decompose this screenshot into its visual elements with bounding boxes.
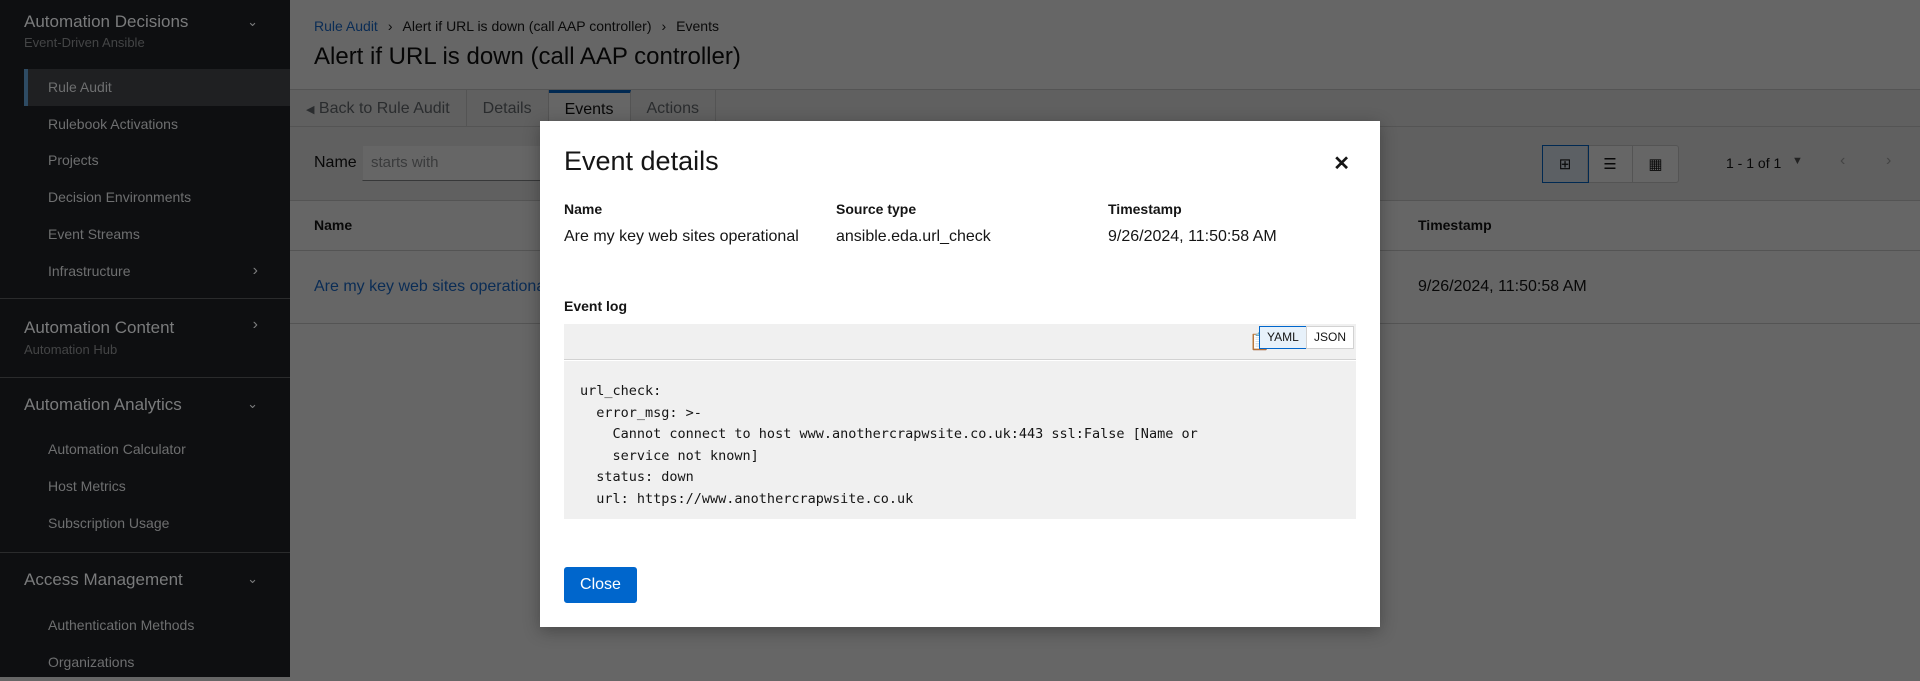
nav-group-subtitle: Automation Hub (24, 342, 118, 357)
nav-group-automation-decisions[interactable]: Automation Decisions (24, 12, 188, 32)
chevron-down-icon[interactable]: ⌄ (247, 571, 258, 587)
card-view-icon[interactable]: ▦ (1633, 146, 1678, 182)
sidebar-item-infrastructure[interactable]: Infrastructure (24, 253, 290, 290)
code-toolbar: 📋 YAML JSON (564, 324, 1356, 360)
event-details-modal: Event details ✕ Name Are my key web site… (540, 121, 1380, 627)
tab-back-label: Back to Rule Audit (318, 100, 450, 117)
sidebar-item-rule-audit[interactable]: Rule Audit (24, 69, 290, 106)
chevron-right-icon: › (387, 18, 393, 34)
sidebar: Automation Decisions ⌄ Event-Driven Ansi… (0, 0, 290, 677)
chevron-down-icon[interactable]: ⌄ (247, 14, 258, 30)
sidebar-item-subscription-usage[interactable]: Subscription Usage (24, 505, 290, 542)
divider (0, 552, 290, 553)
tab-details[interactable]: Details (467, 90, 549, 126)
field-label-timestamp: Timestamp (1108, 201, 1182, 217)
tab-back[interactable]: ◀ Back to Rule Audit (290, 90, 467, 126)
event-log-code: url_check: error_msg: >- Cannot connect … (564, 361, 1356, 519)
field-value-name: Are my key web sites operational (564, 228, 799, 245)
yaml-toggle[interactable]: YAML (1259, 326, 1307, 349)
next-page-icon[interactable]: › (1886, 152, 1891, 170)
sidebar-item-organizations[interactable]: Organizations (24, 644, 290, 681)
field-value-timestamp: 9/26/2024, 11:50:58 AM (1108, 228, 1277, 245)
sidebar-item-authentication-methods[interactable]: Authentication Methods (24, 607, 290, 644)
chevron-right-icon[interactable]: › (253, 316, 258, 334)
prev-page-icon[interactable]: ‹ (1840, 152, 1845, 170)
event-name-link[interactable]: Are my key web sites operational (314, 278, 549, 296)
caret-down-icon[interactable]: ▼ (1792, 155, 1803, 167)
breadcrumb-rule-audit[interactable]: Rule Audit (314, 18, 378, 34)
sidebar-item-projects[interactable]: Projects (24, 142, 290, 179)
chevron-right-icon[interactable]: › (253, 262, 258, 280)
list-view-icon[interactable]: ☰ (1588, 146, 1633, 182)
divider (0, 377, 290, 378)
column-header-timestamp[interactable]: Timestamp (1418, 217, 1492, 233)
close-button[interactable]: Close (564, 567, 637, 603)
sidebar-item-rulebook-activations[interactable]: Rulebook Activations (24, 106, 290, 143)
sidebar-item-event-streams[interactable]: Event Streams (24, 216, 290, 253)
breadcrumb-events: Events (676, 18, 719, 34)
close-icon[interactable]: ✕ (1333, 151, 1350, 176)
sidebar-item-host-metrics[interactable]: Host Metrics (24, 468, 290, 505)
divider (0, 298, 290, 299)
chevron-down-icon[interactable]: ⌄ (247, 396, 258, 412)
field-label-name: Name (564, 201, 603, 217)
modal-title: Event details (564, 146, 719, 176)
page-title: Alert if URL is down (call AAP controlle… (314, 43, 741, 70)
pagination-count[interactable]: 1 - 1 of 1 (1726, 155, 1781, 171)
nav-group-access-management[interactable]: Access Management (24, 570, 183, 590)
filter-label: Name (314, 154, 357, 171)
sidebar-item-automation-calculator[interactable]: Automation Calculator (24, 431, 290, 468)
nav-group-subtitle: Event-Driven Ansible (24, 35, 145, 50)
field-label-source-type: Source type (836, 201, 917, 217)
breadcrumb: Rule Audit › Alert if URL is down (call … (314, 18, 719, 34)
caret-left-icon: ◀ (306, 104, 315, 116)
event-log-label: Event log (564, 298, 628, 314)
nav-group-automation-content[interactable]: Automation Content (24, 318, 174, 338)
breadcrumb-rule[interactable]: Alert if URL is down (call AAP controlle… (403, 18, 652, 34)
column-header-name[interactable]: Name (314, 217, 352, 233)
table-view-icon[interactable]: ⊞ (1542, 145, 1589, 183)
view-toggle: ⊞ ☰ ▦ (1542, 145, 1679, 183)
nav-group-automation-analytics[interactable]: Automation Analytics (24, 395, 182, 415)
sidebar-item-decision-environments[interactable]: Decision Environments (24, 179, 290, 216)
field-value-source-type: ansible.eda.url_check (836, 228, 991, 245)
chevron-right-icon: › (661, 18, 667, 34)
event-timestamp: 9/26/2024, 11:50:58 AM (1418, 278, 1587, 295)
json-toggle[interactable]: JSON (1306, 326, 1355, 349)
